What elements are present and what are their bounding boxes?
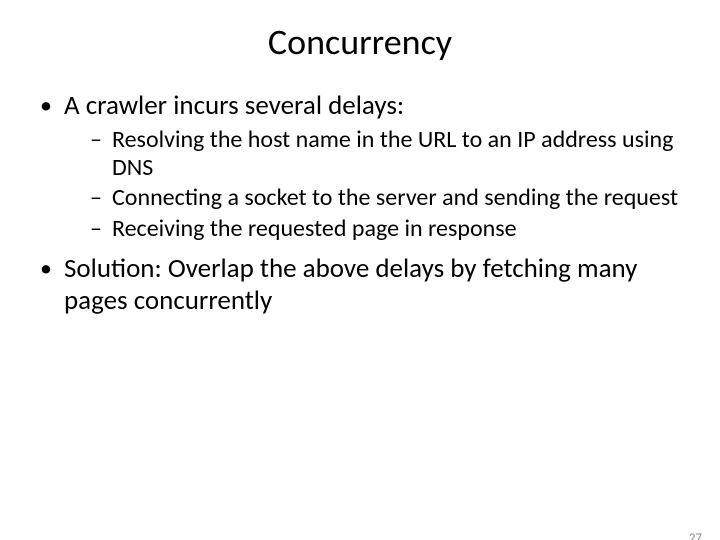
slide-title: Concurrency (0, 20, 720, 64)
bullet-text: Connecting a socket to the server and se… (112, 183, 678, 212)
list-item: Connecting a socket to the server and se… (90, 184, 684, 212)
slide: Concurrency A crawler incurs several del… (0, 20, 720, 540)
bullet-text: A crawler incurs several delays: (64, 89, 404, 122)
list-item: Solution: Overlap the above delays by fe… (36, 253, 684, 317)
list-item: Resolving the host name in the URL to an… (90, 126, 684, 183)
bullet-text: Receiving the requested page in response (112, 214, 517, 243)
list-item: A crawler incurs several delays: Resolvi… (36, 90, 684, 243)
list-item: Receiving the requested page in response (90, 215, 684, 243)
bullet-list: A crawler incurs several delays: Resolvi… (36, 90, 684, 317)
slide-body: A crawler incurs several delays: Resolvi… (0, 90, 720, 317)
bullet-text: Resolving the host name in the URL to an… (112, 125, 673, 182)
page-number: 27 (689, 531, 702, 540)
sub-bullet-list: Resolving the host name in the URL to an… (64, 126, 684, 243)
bullet-text: Solution: Overlap the above delays by fe… (64, 252, 637, 317)
